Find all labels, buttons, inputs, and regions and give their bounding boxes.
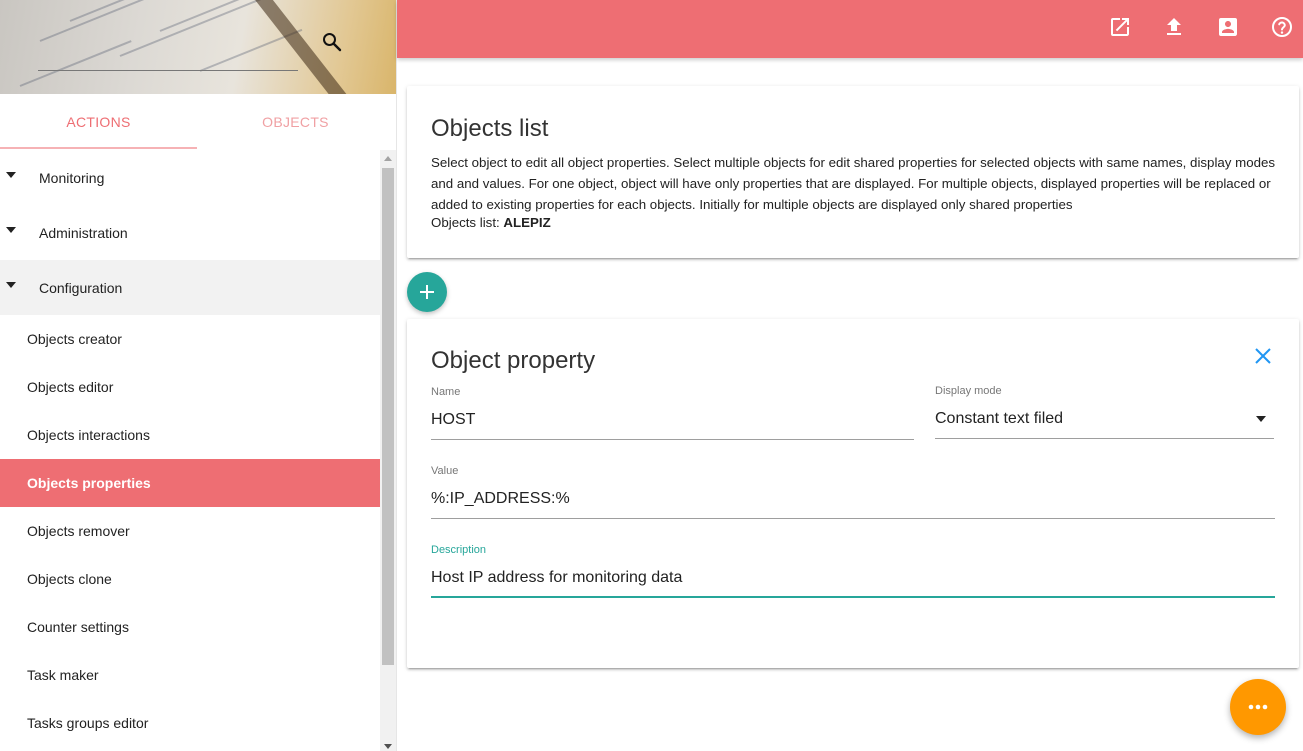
nav-group-label: Administration xyxy=(39,224,128,241)
sidebar-scrollbar[interactable] xyxy=(380,150,396,751)
caret-down-icon xyxy=(6,172,16,178)
tab-objects[interactable]: OBJECTS xyxy=(197,94,394,150)
tab-indicator xyxy=(0,147,197,149)
plus-icon xyxy=(420,285,434,299)
top-bar xyxy=(397,0,1303,58)
sidebar-tabs: ACTIONS OBJECTS xyxy=(0,94,396,150)
objects-list-line: Objects list: ALEPIZ xyxy=(431,215,551,230)
description-field-label: Description xyxy=(431,544,487,556)
tab-actions[interactable]: ACTIONS xyxy=(0,94,197,150)
open-in-new-icon[interactable] xyxy=(1108,15,1132,39)
value-field-label: Value xyxy=(431,465,459,477)
scroll-up-arrow-icon[interactable] xyxy=(384,156,392,161)
nav-item-objects-creator[interactable]: Objects creator xyxy=(0,315,380,363)
objects-list-card: Objects list Select object to edit all o… xyxy=(407,86,1299,258)
objects-list-label: Objects list: xyxy=(431,215,500,230)
display-mode-underline xyxy=(935,438,1274,439)
object-property-title: Object property xyxy=(431,347,596,374)
account-box-icon[interactable] xyxy=(1216,15,1240,39)
object-property-card: Object property Name HOST Display mode C… xyxy=(407,319,1299,668)
description-field-underline xyxy=(431,596,1275,598)
scroll-down-arrow-icon[interactable] xyxy=(384,744,392,749)
nav-item-objects-editor[interactable]: Objects editor xyxy=(0,363,380,411)
name-field-underline xyxy=(431,439,914,440)
nav-item-objects-remover[interactable]: Objects remover xyxy=(0,507,380,555)
display-mode-select[interactable]: Constant text filed xyxy=(935,410,1063,428)
value-field-underline xyxy=(431,518,1275,519)
nav-group-label: Monitoring xyxy=(39,169,105,186)
nav-item-objects-clone[interactable]: Objects clone xyxy=(0,555,380,603)
caret-down-icon xyxy=(6,227,16,233)
more-actions-button[interactable] xyxy=(1230,679,1286,735)
nav-item-objects-interactions[interactable]: Objects interactions xyxy=(0,411,380,459)
help-icon[interactable] xyxy=(1270,15,1294,39)
close-icon[interactable] xyxy=(1253,346,1273,366)
nav-item-task-maker[interactable]: Task maker xyxy=(0,651,380,699)
objects-list-value: ALEPIZ xyxy=(503,215,551,230)
objects-list-description: Select object to edit all object propert… xyxy=(431,155,1276,212)
add-property-button[interactable] xyxy=(407,272,447,312)
nav-group-monitoring[interactable]: Monitoring xyxy=(0,150,380,205)
nav-item-objects-properties[interactable]: Objects properties xyxy=(0,459,380,507)
sidebar: ACTIONS OBJECTS Monitoring Administratio… xyxy=(0,0,397,751)
upload-icon[interactable] xyxy=(1162,15,1186,39)
display-mode-label: Display mode xyxy=(935,385,1002,397)
objects-list-title: Objects list xyxy=(431,115,549,142)
search-icon[interactable] xyxy=(320,30,344,54)
more-horizontal-icon xyxy=(1248,704,1268,710)
nav-group-label: Configuration xyxy=(39,279,123,296)
nav-item-counter-settings[interactable]: Counter settings xyxy=(0,603,380,651)
caret-down-icon xyxy=(6,282,16,288)
name-field[interactable]: HOST xyxy=(431,411,475,429)
caret-down-icon[interactable] xyxy=(1256,416,1266,422)
nav-group-configuration[interactable]: Configuration xyxy=(0,260,380,315)
nav-item-tasks-groups-editor[interactable]: Tasks groups editor xyxy=(0,699,380,747)
description-field[interactable]: Host IP address for monitoring data xyxy=(431,569,682,587)
scrollbar-thumb[interactable] xyxy=(382,168,394,665)
actions-nav: Monitoring Administration Configuration … xyxy=(0,150,380,751)
value-field[interactable]: %:IP_ADDRESS:% xyxy=(431,490,570,508)
name-field-label: Name xyxy=(431,386,461,398)
nav-group-administration[interactable]: Administration xyxy=(0,205,380,260)
sidebar-header-image xyxy=(0,0,396,94)
search-input[interactable] xyxy=(38,70,298,71)
